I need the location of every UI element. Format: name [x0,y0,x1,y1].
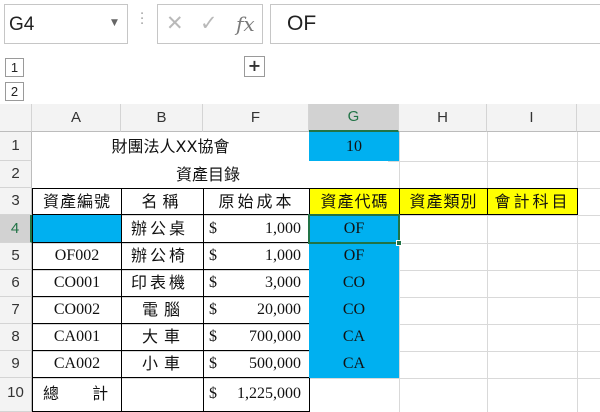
cell-f10[interactable]: $ 1,225,000 [203,378,310,412]
formula-buttons: ✕ ✓ fx [157,4,263,44]
cost-value: 500,000 [249,355,301,372]
cell-a6[interactable]: CO001 [32,270,121,297]
row-header-9[interactable]: 9 [0,351,32,378]
cell-a8[interactable]: CA001 [32,324,121,351]
currency-symbol: $ [209,274,217,291]
cell-b3[interactable]: 名稱 [121,188,203,215]
column-header-a[interactable]: A [32,104,121,132]
outline-level-1-button[interactable]: 1 [5,58,24,77]
cell-g5[interactable]: OF [309,243,399,270]
currency-symbol: $ [209,247,217,264]
active-cell-selection [308,214,400,244]
sheet-subtitle[interactable]: 資產目錄 [32,161,388,188]
gridline [577,132,578,412]
cell-i3[interactable]: 會計科目 [487,188,578,215]
cell-b6[interactable]: 印表機 [121,270,203,297]
cell-f7[interactable]: $ 20,000 [203,297,310,324]
currency-symbol: $ [209,301,217,318]
cell-b9[interactable]: 小車 [121,351,203,378]
cell-g3[interactable]: 資產代碼 [309,188,399,215]
cost-value: 1,000 [265,247,301,264]
select-all-corner[interactable] [0,104,32,132]
currency-symbol: $ [209,385,217,402]
column-header-g[interactable]: G [309,104,399,132]
column-header-next[interactable] [577,104,600,132]
column-header-h[interactable]: H [399,104,487,132]
cell-b5[interactable]: 辦公椅 [121,243,203,270]
cell-a5[interactable]: OF002 [32,243,121,270]
name-box[interactable]: G4 ▼ [4,4,128,44]
cell-f4[interactable]: $ 1,000 [203,215,310,243]
cell-a3[interactable]: 資產編號 [32,188,121,215]
cell-f8[interactable]: $ 700,000 [203,324,310,351]
gridline [487,132,488,412]
cell-a4[interactable] [32,215,121,243]
formula-bar-area: G4 ▼ · · · ✕ ✓ fx OF [0,0,600,52]
column-header-f[interactable]: F [203,104,309,132]
row-header-8[interactable]: 8 [0,324,32,351]
currency-symbol: $ [209,355,217,372]
cell-a7[interactable]: CO002 [32,297,121,324]
outline-level-2-button[interactable]: 2 [5,82,24,101]
cell-h3[interactable]: 資產類別 [399,188,487,215]
cell-g9[interactable]: CA [309,351,399,378]
cost-value: 1,000 [265,220,301,237]
chevron-down-icon[interactable]: ▼ [111,18,118,28]
row-header-1[interactable]: 1 [0,132,32,161]
fx-icon[interactable]: fx [236,12,255,36]
expand-group-button[interactable]: + [244,56,265,77]
row-header-3[interactable]: 3 [0,188,32,215]
cell-f9[interactable]: $ 500,000 [203,351,310,378]
cell-b7[interactable]: 電腦 [121,297,203,324]
close-icon[interactable]: ✕ [166,11,184,35]
cost-value: 700,000 [249,328,301,345]
cost-value: 3,000 [265,274,301,291]
column-header-b[interactable]: B [121,104,203,132]
row-header-5[interactable]: 5 [0,243,32,270]
row-header-7[interactable]: 7 [0,297,32,324]
cell-b4[interactable]: 辦公桌 [121,215,203,243]
row-header-6[interactable]: 6 [0,270,32,297]
cell-a9[interactable]: CA002 [32,351,121,378]
currency-symbol: $ [209,328,217,345]
sheet-title[interactable]: 財團法人XX協會 [32,132,309,161]
total-value: 1,225,000 [237,385,301,402]
cell-g8[interactable]: CA [309,324,399,351]
row-header-4[interactable]: 4 [0,215,32,243]
row-header-10[interactable]: 10 [0,378,32,412]
cell-g1[interactable]: 10 [309,132,399,161]
cost-value: 20,000 [257,301,301,318]
cell-f6[interactable]: $ 3,000 [203,270,310,297]
currency-symbol: $ [209,220,217,237]
cell-g7[interactable]: CO [309,297,399,324]
spreadsheet-grid[interactable]: A B F G H I 1 2 3 4 5 6 7 8 9 10 財團法人XX協… [0,104,600,412]
drag-handle-icon[interactable]: · · · [140,8,144,31]
cell-g6[interactable]: CO [309,270,399,297]
row-header-2[interactable]: 2 [0,161,32,188]
fill-handle[interactable] [396,240,402,246]
formula-input[interactable]: OF [270,4,600,44]
formula-value: OF [287,12,317,35]
total-label[interactable]: 總 計 [32,378,121,412]
name-box-value: G4 [9,14,35,35]
cell-f3[interactable]: 原始成本 [203,188,310,215]
gridline [399,132,400,412]
cell-b10[interactable] [121,378,203,412]
cell-b8[interactable]: 大車 [121,324,203,351]
cell-f5[interactable]: $ 1,000 [203,243,310,270]
check-icon[interactable]: ✓ [200,11,218,35]
column-header-i[interactable]: I [487,104,577,132]
